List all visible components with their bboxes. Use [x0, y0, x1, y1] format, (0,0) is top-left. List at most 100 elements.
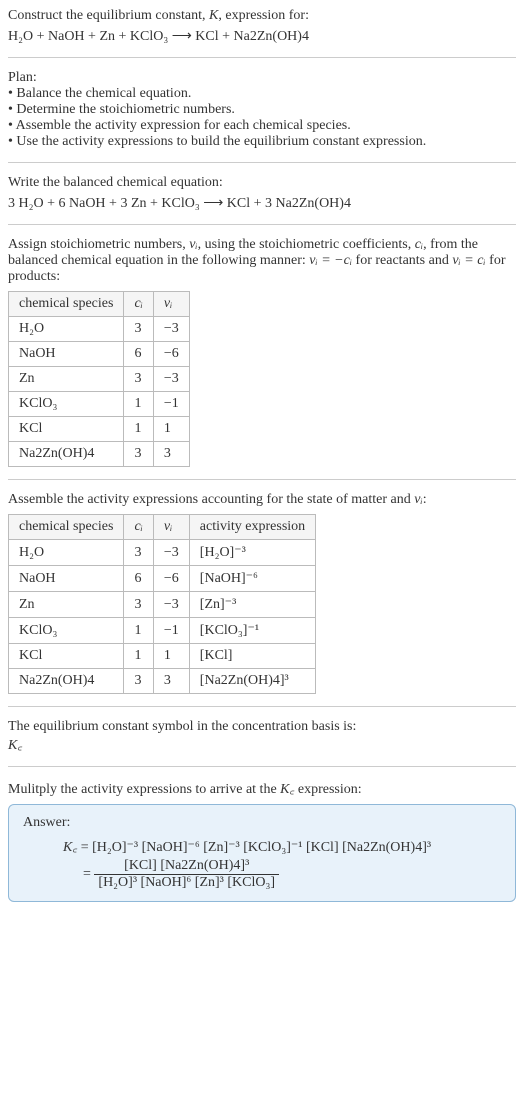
multiply-text-b: expression:	[294, 782, 361, 797]
cell-ci: 3	[124, 592, 153, 618]
cell-ci: 3	[124, 317, 153, 342]
table-row: Na2Zn(OH)433[Na2Zn(OH)4]³	[9, 669, 316, 694]
th-ci: cᵢ	[124, 515, 153, 540]
cell-activity: [KCl]	[189, 644, 315, 669]
unbalanced-equation: H₂O + NaOH + Zn + KClO₃ ⟶ KCl + Na2Zn(OH…	[8, 28, 516, 45]
assemble-block: Assemble the activity expressions accoun…	[8, 492, 516, 508]
cell-activity: [Zn]⁻³	[189, 592, 315, 618]
intro-block: Construct the equilibrium constant, K, e…	[8, 8, 516, 45]
divider	[8, 706, 516, 707]
balanced-rhs: KCl + 3 Na2Zn(OH)4	[227, 196, 351, 211]
assign-block: Assign stoichiometric numbers, νᵢ, using…	[8, 237, 516, 285]
stoich-table: chemical species cᵢ νᵢ H₂O3−3 NaOH6−6 Zn…	[8, 291, 190, 467]
table-header-row: chemical species cᵢ νᵢ activity expressi…	[9, 515, 316, 540]
balanced-title: Write the balanced chemical equation:	[8, 175, 516, 191]
table-row: Na2Zn(OH)433	[9, 442, 190, 467]
answer-label: Answer:	[23, 815, 501, 831]
cell-activity: [H₂O]⁻³	[189, 540, 315, 566]
table-row: NaOH6−6[NaOH]⁻⁶	[9, 566, 316, 592]
cell-species: NaOH	[9, 342, 124, 367]
cell-ci: 3	[124, 540, 153, 566]
cell-activity: [NaOH]⁻⁶	[189, 566, 315, 592]
answer-denominator: [H₂O]³ [NaOH]⁶ [Zn]³ [KClO₃]	[94, 875, 279, 891]
cell-nu: −3	[153, 592, 189, 618]
answer-numerator: [KCl] [Na2Zn(OH)4]³	[94, 858, 279, 875]
th-nu: νᵢ	[153, 292, 189, 317]
cell-species: Na2Zn(OH)4	[9, 442, 124, 467]
assemble-text-b: :	[423, 492, 427, 507]
th-species: chemical species	[9, 515, 124, 540]
cell-species: H₂O	[9, 317, 124, 342]
plan-block: Plan: • Balance the chemical equation. •…	[8, 70, 516, 150]
cell-species: Zn	[9, 367, 124, 392]
cell-nu: 3	[153, 442, 189, 467]
cell-ci: 1	[124, 392, 153, 417]
balanced-arrow: ⟶	[200, 196, 227, 211]
cell-nu: −1	[153, 618, 189, 644]
eq-arrow: ⟶	[168, 29, 195, 44]
cell-nu: −3	[153, 367, 189, 392]
th-species: chemical species	[9, 292, 124, 317]
table-row: NaOH6−6	[9, 342, 190, 367]
answer-kc: K꜀	[63, 840, 77, 855]
answer-eq2: =	[83, 867, 94, 882]
table-row: KClO₃1−1[KClO₃]⁻¹	[9, 618, 316, 644]
cell-ci: 3	[124, 669, 153, 694]
symbol-kc: K꜀	[8, 735, 516, 754]
assign-rel1: νᵢ = −cᵢ	[309, 253, 352, 268]
cell-ci: 3	[124, 442, 153, 467]
assign-text-d: for reactants and	[352, 253, 452, 268]
eq-rhs: KCl + Na2Zn(OH)4	[195, 29, 309, 44]
symbol-block: The equilibrium constant symbol in the c…	[8, 719, 516, 754]
answer-box: Answer: K꜀ = [H₂O]⁻³ [NaOH]⁻⁶ [Zn]⁻³ [KC…	[8, 804, 516, 902]
cell-ci: 1	[124, 644, 153, 669]
table-row: KCl11[KCl]	[9, 644, 316, 669]
divider	[8, 766, 516, 767]
assemble-text-a: Assemble the activity expressions accoun…	[8, 492, 414, 507]
cell-ci: 6	[124, 566, 153, 592]
cell-nu: 1	[153, 644, 189, 669]
cell-nu: 1	[153, 417, 189, 442]
cell-species: KClO₃	[9, 392, 124, 417]
table-row: H₂O3−3	[9, 317, 190, 342]
assign-text-a: Assign stoichiometric numbers,	[8, 237, 189, 252]
table-row: KCl11	[9, 417, 190, 442]
intro-text-a: Construct the equilibrium constant,	[8, 8, 209, 23]
balanced-block: Write the balanced chemical equation: 3 …	[8, 175, 516, 212]
cell-ci: 6	[124, 342, 153, 367]
cell-species: KCl	[9, 417, 124, 442]
table-row: Zn3−3[Zn]⁻³	[9, 592, 316, 618]
cell-species: Zn	[9, 592, 124, 618]
assemble-nu: νᵢ	[414, 492, 422, 507]
cell-species: NaOH	[9, 566, 124, 592]
plan-item-3: • Use the activity expressions to build …	[8, 134, 516, 150]
cell-activity: [Na2Zn(OH)4]³	[189, 669, 315, 694]
divider	[8, 162, 516, 163]
divider	[8, 224, 516, 225]
multiply-block: Mulitply the activity expressions to arr…	[8, 779, 516, 798]
answer-expr1: [H₂O]⁻³ [NaOH]⁻⁶ [Zn]⁻³ [KClO₃]⁻¹ [KCl] …	[92, 840, 431, 855]
cell-activity: [KClO₃]⁻¹	[189, 618, 315, 644]
cell-nu: −6	[153, 342, 189, 367]
cell-ci: 3	[124, 367, 153, 392]
cell-ci: 1	[124, 618, 153, 644]
intro-K: K	[209, 8, 218, 23]
symbol-line1: The equilibrium constant symbol in the c…	[8, 719, 516, 735]
cell-species: KClO₃	[9, 618, 124, 644]
cell-nu: −6	[153, 566, 189, 592]
intro-text-b: , expression for:	[218, 8, 309, 23]
cell-species: KCl	[9, 644, 124, 669]
assign-rel2: νᵢ = cᵢ	[452, 253, 485, 268]
table-row: Zn3−3	[9, 367, 190, 392]
balanced-lhs: 3 H₂O + 6 NaOH + 3 Zn + KClO₃	[8, 196, 200, 211]
divider	[8, 479, 516, 480]
plan-item-0: • Balance the chemical equation.	[8, 86, 516, 102]
cell-species: H₂O	[9, 540, 124, 566]
assign-text-b: , using the stoichiometric coefficients,	[198, 237, 415, 252]
activity-table: chemical species cᵢ νᵢ activity expressi…	[8, 514, 316, 694]
multiply-kc: K꜀	[280, 782, 294, 797]
assign-nu: νᵢ	[189, 237, 197, 252]
table-row: KClO₃1−1	[9, 392, 190, 417]
th-activity: activity expression	[189, 515, 315, 540]
answer-fraction: [KCl] [Na2Zn(OH)4]³ [H₂O]³ [NaOH]⁶ [Zn]³…	[94, 858, 279, 891]
